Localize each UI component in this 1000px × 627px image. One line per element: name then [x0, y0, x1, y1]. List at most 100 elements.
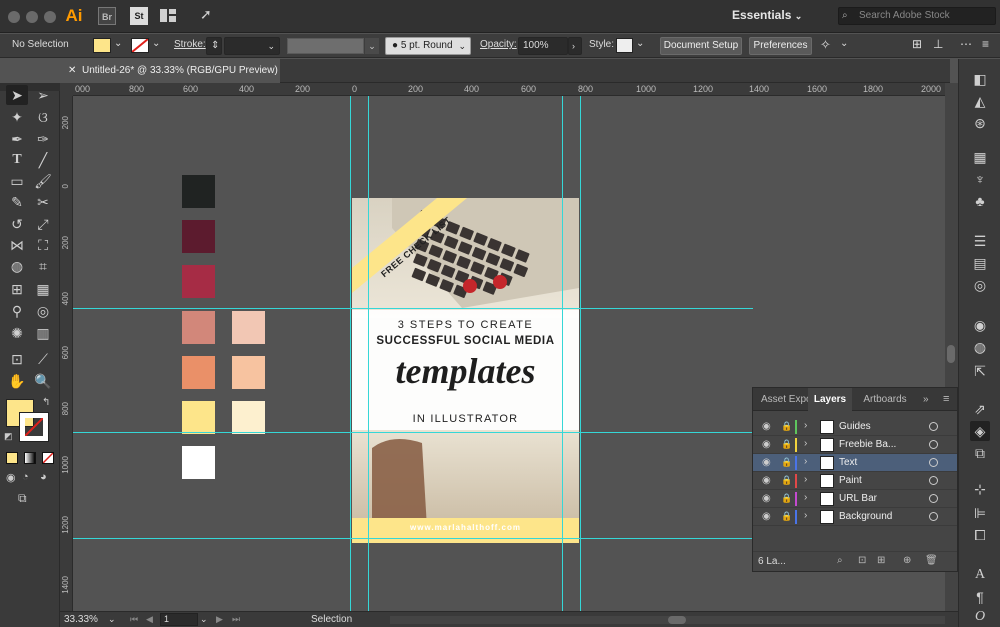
- opacity-arrow-icon[interactable]: ›: [568, 37, 582, 55]
- perspective-grid-icon[interactable]: ⌗: [32, 256, 54, 276]
- color-swatch[interactable]: [232, 401, 265, 434]
- vertical-scroll-thumb[interactable]: [947, 345, 955, 363]
- document-tab[interactable]: ✕ Untitled-26* @ 33.33% (RGB/GPU Preview…: [60, 59, 280, 83]
- export-icon[interactable]: ⇱: [970, 361, 990, 381]
- stroke-label[interactable]: Stroke:: [174, 39, 206, 50]
- pen-tool-icon[interactable]: ✒: [6, 129, 28, 149]
- first-artboard-icon[interactable]: ⏮: [130, 614, 138, 625]
- layers-icon[interactable]: ◈: [970, 421, 990, 441]
- expand-arrow-icon[interactable]: ›: [804, 438, 807, 449]
- vertical-guide[interactable]: [350, 96, 351, 611]
- prev-artboard-icon[interactable]: ◀: [146, 614, 153, 625]
- asset-export-icon[interactable]: ⇗: [970, 399, 990, 419]
- draw-normal-icon[interactable]: ◉: [6, 471, 16, 484]
- visibility-eye-icon[interactable]: ◉: [762, 511, 771, 522]
- eyedropper-icon[interactable]: ⚲: [6, 301, 28, 321]
- style-dropdown-icon[interactable]: ⌄: [636, 38, 644, 49]
- slice-tool-icon[interactable]: ⟋: [32, 349, 54, 369]
- opacity-field[interactable]: 100%: [518, 37, 568, 55]
- screen-mode-icon[interactable]: ⧉: [18, 491, 27, 506]
- visibility-eye-icon[interactable]: ◉: [762, 421, 771, 432]
- mesh-tool-icon[interactable]: ⊞: [6, 279, 28, 299]
- layer-row[interactable]: ◉ 🔒 › Background: [753, 508, 957, 526]
- stock-button[interactable]: St: [130, 7, 148, 25]
- expand-arrow-icon[interactable]: ›: [804, 474, 807, 485]
- new-sublayer-icon[interactable]: ⊞: [877, 555, 885, 566]
- stroke-swatch[interactable]: [131, 38, 149, 53]
- last-artboard-icon[interactable]: ⏭: [232, 614, 240, 625]
- color-swatch[interactable]: [182, 265, 215, 298]
- color-panel-icon[interactable]: ◧: [970, 69, 990, 89]
- shaper-tool-icon[interactable]: ✎: [6, 192, 28, 212]
- layer-row[interactable]: ◉ 🔒 › Guides: [753, 418, 957, 436]
- make-clip-mask-icon[interactable]: ⊡: [858, 555, 866, 566]
- paintbrush-icon[interactable]: 🖌: [32, 171, 54, 191]
- magic-wand-icon[interactable]: ✦: [6, 107, 28, 127]
- gradient-tool-icon[interactable]: ▦: [32, 279, 54, 299]
- close-tab-icon[interactable]: ✕: [68, 59, 76, 83]
- zoom-tool-icon[interactable]: 🔍: [32, 371, 54, 391]
- opentype-icon[interactable]: O: [970, 607, 990, 627]
- visibility-eye-icon[interactable]: ◉: [762, 457, 771, 468]
- color-swatch[interactable]: [182, 356, 215, 389]
- current-tool-status[interactable]: Selection: [311, 614, 352, 625]
- vertical-guide[interactable]: [562, 96, 563, 611]
- none-mode-icon[interactable]: [42, 452, 54, 464]
- layer-row[interactable]: ◉ 🔒 › Freebie Ba...: [753, 436, 957, 454]
- lock-icon[interactable]: 🔒: [781, 421, 792, 432]
- color-mode-icon[interactable]: [6, 452, 18, 464]
- artboards-icon[interactable]: ⧉: [970, 443, 990, 463]
- lock-icon[interactable]: 🔒: [781, 511, 792, 522]
- stroke-panel-icon[interactable]: ☰: [970, 231, 990, 251]
- lock-icon[interactable]: 🔒: [781, 493, 792, 504]
- vertical-guide[interactable]: [580, 96, 581, 611]
- fill-dropdown-icon[interactable]: ⌄: [114, 38, 122, 49]
- expand-arrow-icon[interactable]: ›: [804, 510, 807, 521]
- transform-panel-icon[interactable]: ⊹: [970, 479, 990, 499]
- graphic-style-swatch[interactable]: [616, 38, 633, 53]
- new-layer-icon[interactable]: ⊕: [903, 555, 911, 566]
- horizontal-scrollbar[interactable]: [390, 616, 945, 624]
- direct-selection-tool-icon[interactable]: ➢: [32, 85, 54, 105]
- workspace-switcher[interactable]: Essentials ⌄: [732, 8, 822, 22]
- expand-arrow-icon[interactable]: ›: [804, 420, 807, 431]
- expand-arrow-icon[interactable]: ›: [804, 492, 807, 503]
- rocket-icon[interactable]: ➚: [200, 6, 218, 24]
- pathfinder-icon[interactable]: ⧠: [970, 525, 990, 545]
- swap-colors-icon[interactable]: ↰: [42, 397, 50, 408]
- visibility-eye-icon[interactable]: ◉: [762, 493, 771, 504]
- document-setup-button[interactable]: Document Setup: [660, 37, 742, 55]
- blend-tool-icon[interactable]: ◎: [32, 301, 54, 321]
- default-colors-icon[interactable]: ◩: [4, 431, 13, 442]
- lock-icon[interactable]: 🔒: [781, 439, 792, 450]
- preferences-button[interactable]: Preferences: [749, 37, 812, 55]
- layer-row[interactable]: ◉ 🔒 › Text: [753, 454, 957, 472]
- free-transform-icon[interactable]: ⛶: [32, 235, 54, 255]
- paragraph-icon[interactable]: ¶: [970, 587, 990, 607]
- horizontal-guide[interactable]: [73, 432, 753, 433]
- panel-menu-icon[interactable]: ≡: [982, 37, 989, 51]
- transparency-icon[interactable]: ◎: [970, 275, 990, 295]
- layers-menu-icon[interactable]: ≡: [943, 388, 949, 411]
- minimize-window-button[interactable]: [26, 11, 38, 23]
- symbol-sprayer-icon[interactable]: ✺: [6, 323, 28, 343]
- tab-artboards[interactable]: Artboards: [856, 388, 914, 411]
- artboard-number-field[interactable]: 1: [160, 613, 198, 626]
- scissors-icon[interactable]: ✂: [32, 192, 54, 212]
- layer-row[interactable]: ◉ 🔒 › URL Bar: [753, 490, 957, 508]
- stroke-weight-field[interactable]: ⌄: [224, 37, 280, 55]
- recolor-icon[interactable]: ✧: [820, 37, 831, 53]
- target-circle-icon[interactable]: [929, 458, 938, 467]
- target-circle-icon[interactable]: [929, 512, 938, 521]
- recolor-dropdown-icon[interactable]: ⌄: [840, 38, 848, 49]
- color-swatch[interactable]: [182, 175, 215, 208]
- color-guide-icon[interactable]: ◭: [970, 91, 990, 111]
- ruler-origin[interactable]: [60, 83, 73, 96]
- horizontal-scroll-thumb[interactable]: [668, 616, 686, 624]
- next-artboard-icon[interactable]: ▶: [216, 614, 223, 625]
- horizontal-guide[interactable]: [73, 538, 753, 539]
- curvature-tool-icon[interactable]: ✑: [32, 129, 54, 149]
- appearance-icon[interactable]: ◉: [970, 315, 990, 335]
- color-swatch[interactable]: [232, 356, 265, 389]
- layer-row[interactable]: ◉ 🔒 › Paint: [753, 472, 957, 490]
